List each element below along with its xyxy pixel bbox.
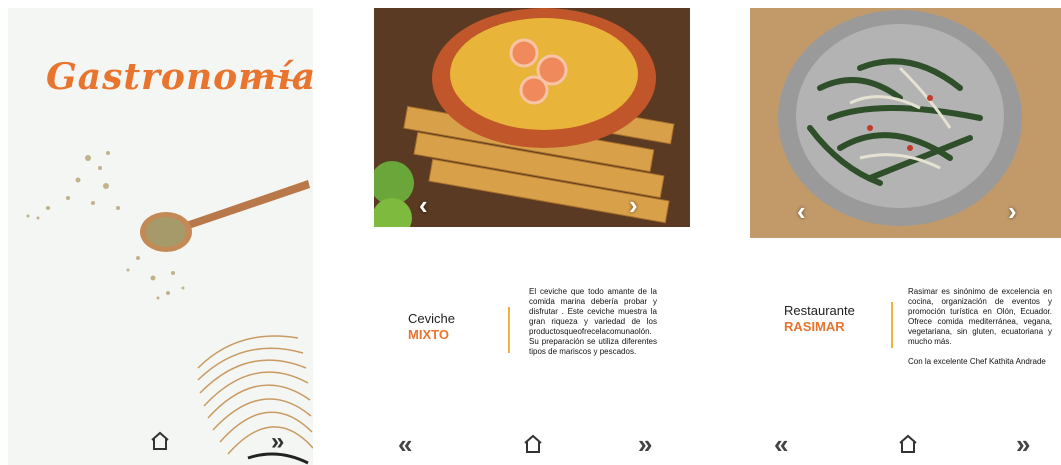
cover-panel: Gastronomía » bbox=[8, 8, 313, 465]
description-text: El ceviche que todo amante de la comida … bbox=[529, 287, 657, 356]
title-flourish bbox=[248, 74, 308, 83]
bottom-nav: « » bbox=[374, 425, 690, 465]
next-button[interactable]: » bbox=[271, 430, 284, 454]
home-icon bbox=[524, 434, 542, 453]
home-icon bbox=[151, 431, 169, 450]
description-text: Rasimar es sinónimo de excelencia en coc… bbox=[908, 287, 1052, 346]
restaurant-description: Rasimar es sinónimo de excelencia en coc… bbox=[908, 287, 1052, 377]
double-chevron-right-icon[interactable]: » bbox=[1016, 429, 1030, 460]
carousel-next-button[interactable]: › bbox=[1008, 198, 1017, 224]
divider bbox=[891, 302, 893, 348]
dish-description: El ceviche que todo amante de la comida … bbox=[529, 287, 657, 367]
restaurant-name-line1: Restaurante bbox=[784, 303, 855, 318]
restaurant-card: ‹ › Restaurante RASIMAR Rasimar es sinón… bbox=[748, 0, 1061, 465]
ceviche-photo: ‹ › bbox=[374, 8, 690, 227]
dish-name-line1: Ceviche bbox=[408, 311, 455, 326]
home-button[interactable] bbox=[147, 428, 173, 454]
home-button[interactable] bbox=[520, 431, 546, 457]
dish-name: Ceviche MIXTO bbox=[408, 311, 455, 343]
ceviche-card: ‹ › Ceviche MIXTO El ceviche que todo am… bbox=[374, 0, 690, 465]
carousel-prev-button[interactable]: ‹ bbox=[797, 198, 806, 224]
bottom-nav: « » bbox=[748, 425, 1061, 465]
double-chevron-right-icon: » bbox=[271, 428, 285, 455]
double-chevron-left-icon[interactable]: « bbox=[398, 429, 412, 460]
carousel-next-button[interactable]: › bbox=[629, 192, 638, 218]
restaurant-name-line2: RASIMAR bbox=[784, 319, 845, 334]
dish-name-line2: MIXTO bbox=[408, 327, 449, 342]
home-icon bbox=[899, 434, 917, 453]
divider bbox=[508, 307, 510, 353]
double-chevron-right-icon[interactable]: » bbox=[638, 429, 652, 460]
restaurant-name: Restaurante RASIMAR bbox=[784, 303, 855, 335]
chef-text: Con la excelente Chef Kathita Andrade bbox=[908, 357, 1046, 366]
restaurant-photo: ‹ › bbox=[750, 8, 1061, 238]
home-button[interactable] bbox=[895, 431, 921, 457]
carousel-prev-button[interactable]: ‹ bbox=[419, 192, 428, 218]
double-chevron-left-icon[interactable]: « bbox=[774, 429, 788, 460]
